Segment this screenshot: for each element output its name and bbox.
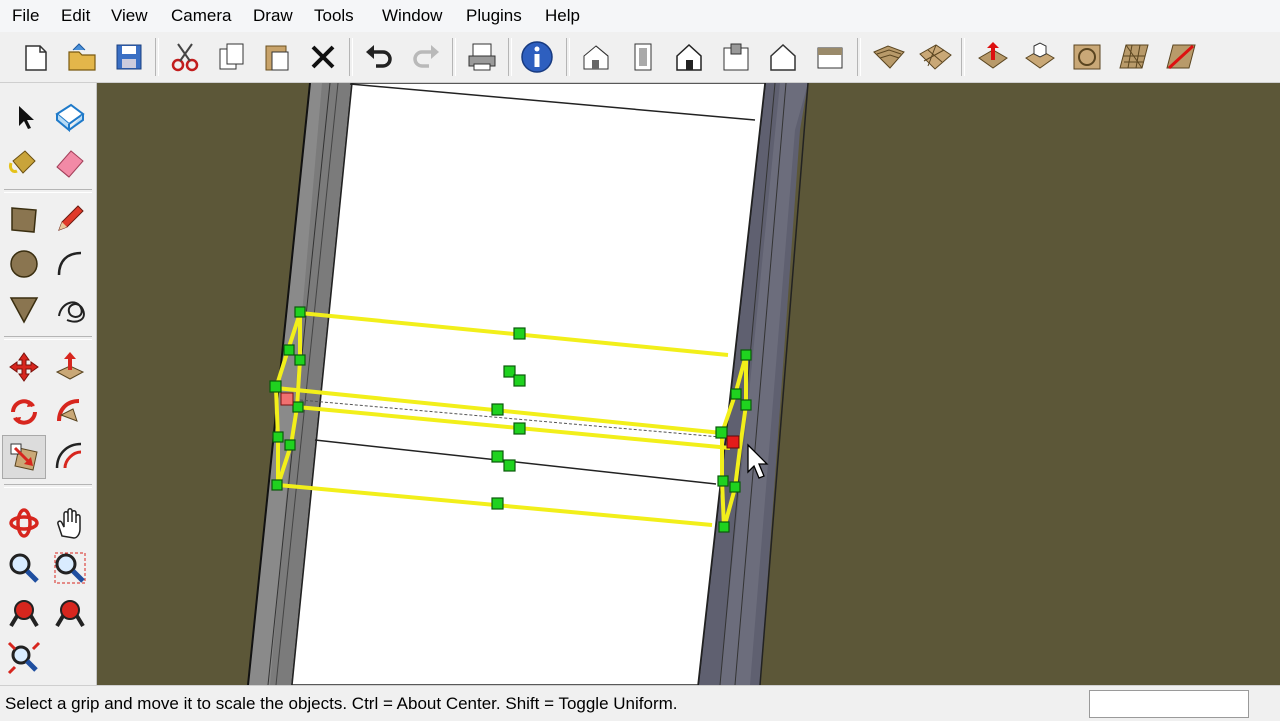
standard-toolbar xyxy=(0,32,1280,83)
iso-view-icon[interactable] xyxy=(575,35,617,79)
paint-bucket-icon[interactable] xyxy=(2,140,46,184)
menu-camera[interactable]: Camera xyxy=(171,6,231,26)
zoom-extents-icon[interactable] xyxy=(2,636,46,680)
toolbar-separator xyxy=(452,38,456,76)
polygon-icon[interactable] xyxy=(2,287,46,331)
flip-edge-icon[interactable] xyxy=(1160,35,1202,79)
toolbar-separator xyxy=(349,38,353,76)
palette-separator xyxy=(4,484,92,488)
redo-icon[interactable] xyxy=(405,35,447,79)
menu-draw[interactable]: Draw xyxy=(253,6,293,26)
status-bar: Select a grip and move it to scale the o… xyxy=(0,685,1280,721)
orbit-icon[interactable] xyxy=(2,501,46,545)
erase-icon[interactable] xyxy=(302,35,344,79)
palette-separator xyxy=(4,189,92,193)
pan-icon[interactable] xyxy=(48,501,92,545)
previous-view-icon[interactable] xyxy=(2,591,46,635)
model-info-icon[interactable] xyxy=(516,35,558,79)
model-canvas[interactable] xyxy=(97,83,1280,685)
zoom-icon[interactable] xyxy=(2,546,46,590)
pencil-icon[interactable] xyxy=(48,197,92,241)
menu-window[interactable]: Window xyxy=(382,6,442,26)
offset-icon[interactable] xyxy=(48,435,92,479)
copy-icon[interactable] xyxy=(210,35,252,79)
scale-icon[interactable] xyxy=(2,435,46,479)
active-grip-right[interactable] xyxy=(726,435,740,449)
open-folder-icon[interactable] xyxy=(61,35,103,79)
undo-icon[interactable] xyxy=(358,35,400,79)
right-view-icon[interactable] xyxy=(715,35,757,79)
cut-icon[interactable] xyxy=(164,35,206,79)
rotate-icon[interactable] xyxy=(2,390,46,434)
sandbox-from-contours-icon[interactable] xyxy=(868,35,910,79)
toolbar-separator xyxy=(961,38,965,76)
freehand-icon[interactable] xyxy=(48,287,92,331)
make-component-icon[interactable] xyxy=(48,95,92,139)
sandbox-from-scratch-icon[interactable] xyxy=(914,35,956,79)
toolbar-separator xyxy=(566,38,570,76)
drape-icon[interactable] xyxy=(1066,35,1108,79)
active-grip-left[interactable] xyxy=(280,392,294,406)
stamp-icon[interactable] xyxy=(1019,35,1061,79)
model-viewport[interactable] xyxy=(97,83,1280,685)
menu-edit[interactable]: Edit xyxy=(61,6,90,26)
toolbar-separator xyxy=(857,38,861,76)
push-pull-icon[interactable] xyxy=(48,345,92,389)
top-view-icon[interactable] xyxy=(622,35,664,79)
front-view-icon[interactable] xyxy=(668,35,710,79)
follow-me-icon[interactable] xyxy=(48,390,92,434)
select-icon[interactable] xyxy=(2,95,46,139)
menu-bar: File Edit View Camera Draw Tools Window … xyxy=(0,0,1280,33)
circle-icon[interactable] xyxy=(2,242,46,286)
back-view-icon[interactable] xyxy=(762,35,804,79)
measurements-box[interactable] xyxy=(1089,690,1249,718)
paste-icon[interactable] xyxy=(256,35,298,79)
palette-separator xyxy=(4,336,92,340)
save-icon[interactable] xyxy=(108,35,150,79)
status-message: Select a grip and move it to scale the o… xyxy=(5,694,678,713)
menu-help[interactable]: Help xyxy=(545,6,580,26)
toolbar-separator xyxy=(155,38,159,76)
add-detail-icon[interactable] xyxy=(1113,35,1155,79)
left-view-icon[interactable] xyxy=(809,35,851,79)
toolbar-separator xyxy=(508,38,512,76)
menu-file[interactable]: File xyxy=(12,6,39,26)
tools-palette xyxy=(0,83,97,685)
next-view-icon[interactable] xyxy=(48,591,92,635)
menu-tools[interactable]: Tools xyxy=(314,6,354,26)
move-icon[interactable] xyxy=(2,345,46,389)
floor-surface xyxy=(291,83,766,685)
arc-icon[interactable] xyxy=(48,242,92,286)
smoove-icon[interactable] xyxy=(972,35,1014,79)
eraser-icon[interactable] xyxy=(48,140,92,184)
rectangle-icon[interactable] xyxy=(2,197,46,241)
zoom-window-icon[interactable] xyxy=(48,546,92,590)
menu-plugins[interactable]: Plugins xyxy=(466,6,522,26)
menu-view[interactable]: View xyxy=(111,6,148,26)
print-icon[interactable] xyxy=(461,35,503,79)
new-document-icon[interactable] xyxy=(14,35,56,79)
